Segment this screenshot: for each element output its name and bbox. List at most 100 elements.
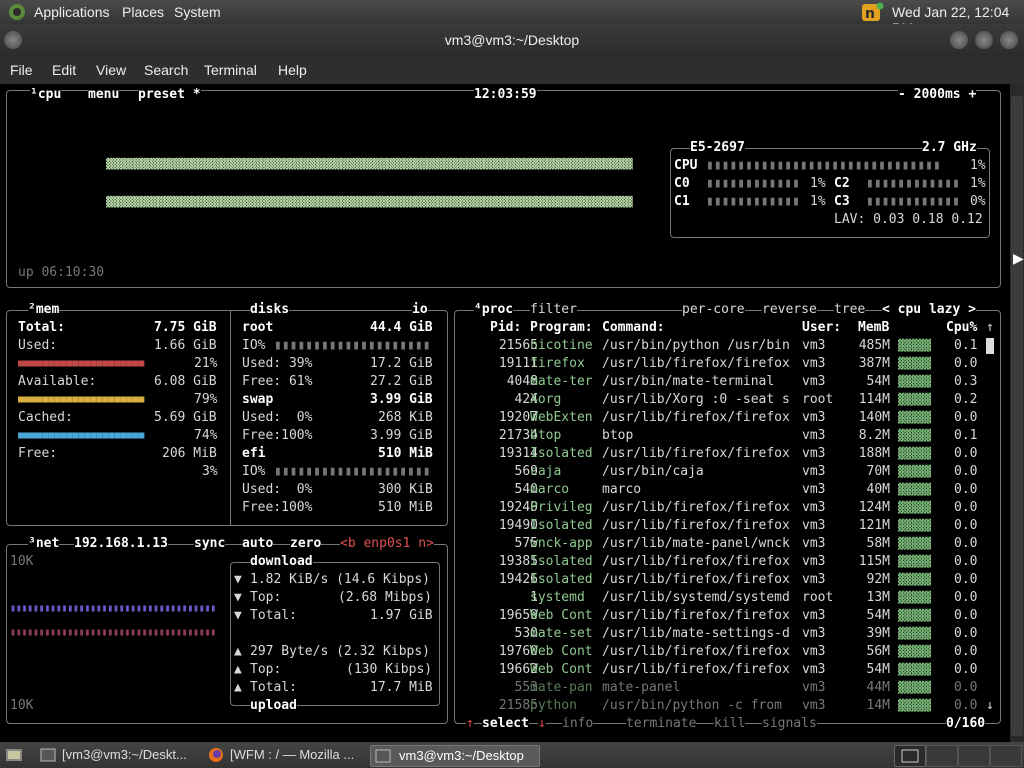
mem-box-label[interactable]: ²mem	[28, 301, 60, 319]
proc-box-label[interactable]: ⁴proc	[474, 301, 514, 319]
load-average: LAV: 0.03 0.18 0.12	[834, 212, 983, 227]
disk-root-used-value: 17.2 GiB	[370, 356, 433, 371]
workspace-3[interactable]	[958, 745, 990, 767]
task-firefox-label: [WFM : / — Mozilla ...	[230, 747, 355, 762]
table-row[interactable]	[460, 517, 980, 535]
net-sync-toggle[interactable]: sync	[194, 535, 226, 553]
net-box-label[interactable]: ³net	[28, 535, 60, 553]
table-row[interactable]	[460, 607, 980, 625]
mate-logo-icon[interactable]	[8, 3, 26, 24]
table-row[interactable]	[460, 337, 980, 355]
menu-search[interactable]: Search	[144, 62, 188, 78]
task-firefox[interactable]: [WFM : / — Mozilla ...	[204, 745, 364, 765]
mem-total-value: 7.75 GiB	[154, 320, 217, 335]
mem-cached-value: 5.69 GiB	[154, 410, 217, 425]
proc-tree-toggle[interactable]: tree	[834, 301, 866, 319]
menu-view[interactable]: View	[96, 62, 126, 78]
table-row[interactable]	[460, 481, 980, 499]
disks-label[interactable]: disks	[250, 301, 290, 319]
col-cpu[interactable]: Cpu%	[946, 319, 977, 337]
minimize-button[interactable]	[950, 31, 968, 49]
proc-reverse-toggle[interactable]: reverse	[762, 301, 817, 319]
mem-free-value: 206 MiB	[162, 446, 217, 461]
bottom-panel: [vm3@vm3:~/Deskt... [WFM : / — Mozilla .…	[0, 742, 1024, 768]
workspace-2[interactable]	[926, 745, 958, 767]
places-menu[interactable]: Places	[122, 4, 164, 20]
net-interface-selector[interactable]: <b enp0s1 n>	[340, 535, 434, 553]
net-zero-button[interactable]: zero	[290, 535, 322, 553]
table-row[interactable]	[460, 571, 980, 589]
disk-root-size: 44.4 GiB	[370, 320, 433, 335]
proc-percore-toggle[interactable]: per-core	[682, 301, 745, 319]
menu-help[interactable]: Help	[278, 62, 307, 78]
table-row[interactable]	[460, 445, 980, 463]
scroll-up-icon[interactable]: ↑	[986, 319, 994, 337]
menu-terminal[interactable]: Terminal	[204, 62, 257, 78]
core-c3-pct: 0%	[970, 194, 986, 209]
disks-io-toggle[interactable]: io	[412, 301, 428, 319]
system-menu[interactable]: System	[174, 4, 221, 20]
proc-terminate-button[interactable]: terminate	[626, 715, 697, 733]
proc-select-button[interactable]: select	[482, 715, 529, 733]
cpu-interval[interactable]: - 2000ms +	[898, 86, 977, 104]
disk-swap-size: 3.99 GiB	[370, 392, 433, 407]
terminal-area[interactable]: ¹cpu menu preset * 12:03:59 - 2000ms + ▓…	[0, 84, 1010, 742]
col-command[interactable]: Command:	[602, 319, 665, 337]
table-row[interactable]	[460, 679, 980, 697]
dl-top-value: (2.68 Mibps)	[338, 590, 432, 605]
menu-edit[interactable]: Edit	[52, 62, 76, 78]
close-button[interactable]	[1000, 31, 1018, 49]
task-terminal-1[interactable]: [vm3@vm3:~/Deskt...	[36, 745, 196, 765]
window-titlebar[interactable]: vm3@vm3:~/Desktop	[0, 24, 1024, 58]
workspace-4[interactable]	[990, 745, 1022, 767]
scroll-down-icon[interactable]: ↓	[986, 697, 994, 715]
proc-signals-button[interactable]: signals	[762, 715, 817, 733]
mem-used-value: 1.66 GiB	[154, 338, 217, 353]
cpu-preset-button[interactable]: preset *	[138, 86, 201, 104]
task-terminal-active[interactable]: vm3@vm3:~/Desktop	[370, 745, 540, 767]
nicotine-tray-icon[interactable]: n	[860, 1, 886, 26]
table-row[interactable]	[460, 589, 980, 607]
dl-top-key: Top:	[250, 590, 282, 605]
table-row[interactable]	[460, 661, 980, 679]
table-row[interactable]	[460, 643, 980, 661]
disk-efi-free-value: 510 MiB	[378, 500, 433, 515]
col-user[interactable]: User:	[802, 319, 841, 337]
col-program[interactable]: Program:	[530, 319, 593, 337]
workspace-1[interactable]	[894, 745, 926, 767]
proc-sort-selector[interactable]: < cpu lazy >	[882, 301, 976, 319]
table-row[interactable]	[460, 697, 980, 715]
proc-info-button[interactable]: info	[562, 715, 594, 733]
mem-available-bar: ■■■■■■■■■■■■■■■■■■■■■	[18, 394, 145, 405]
menu-file[interactable]: File	[10, 62, 33, 78]
col-pid[interactable]: Pid:	[490, 319, 521, 337]
disk-root-free: Free: 61%	[242, 374, 313, 389]
disk-root-name: root	[242, 320, 274, 335]
disk-root-used: Used: 39%	[242, 356, 313, 371]
applications-menu[interactable]: Applications	[34, 4, 110, 20]
table-row[interactable]	[460, 409, 980, 427]
table-row[interactable]	[460, 355, 980, 373]
cpu-box-label[interactable]: ¹cpu	[30, 86, 62, 104]
proc-filter-button[interactable]: filter	[530, 301, 577, 319]
table-row[interactable]	[460, 535, 980, 553]
maximize-button[interactable]	[975, 31, 993, 49]
table-row[interactable]	[460, 625, 980, 643]
mem-available-key: Available:	[18, 374, 97, 389]
proc-kill-button[interactable]: kill	[714, 715, 746, 733]
table-row[interactable]	[460, 373, 980, 391]
disk-root-io-bar: ▮▮▮▮▮▮▮▮▮▮▮▮▮▮▮▮▮▮▮▮	[274, 338, 431, 353]
col-memb[interactable]: MemB	[858, 319, 889, 337]
table-row[interactable]	[460, 391, 980, 409]
cpu-total-label: CPU	[674, 158, 698, 173]
terminal-scrollbar-thumb[interactable]	[1011, 96, 1023, 736]
net-auto-toggle[interactable]: auto	[242, 535, 274, 553]
cpu-menu-button[interactable]: menu	[88, 86, 120, 104]
show-desktop-button[interactable]	[4, 745, 24, 765]
table-row[interactable]	[460, 427, 980, 445]
table-row[interactable]	[460, 499, 980, 517]
top-panel: Applications Places System n Wed Jan 22,…	[0, 0, 1024, 36]
table-row[interactable]	[460, 553, 980, 571]
proc-scroll-thumb[interactable]	[986, 338, 994, 354]
table-row[interactable]	[460, 463, 980, 481]
